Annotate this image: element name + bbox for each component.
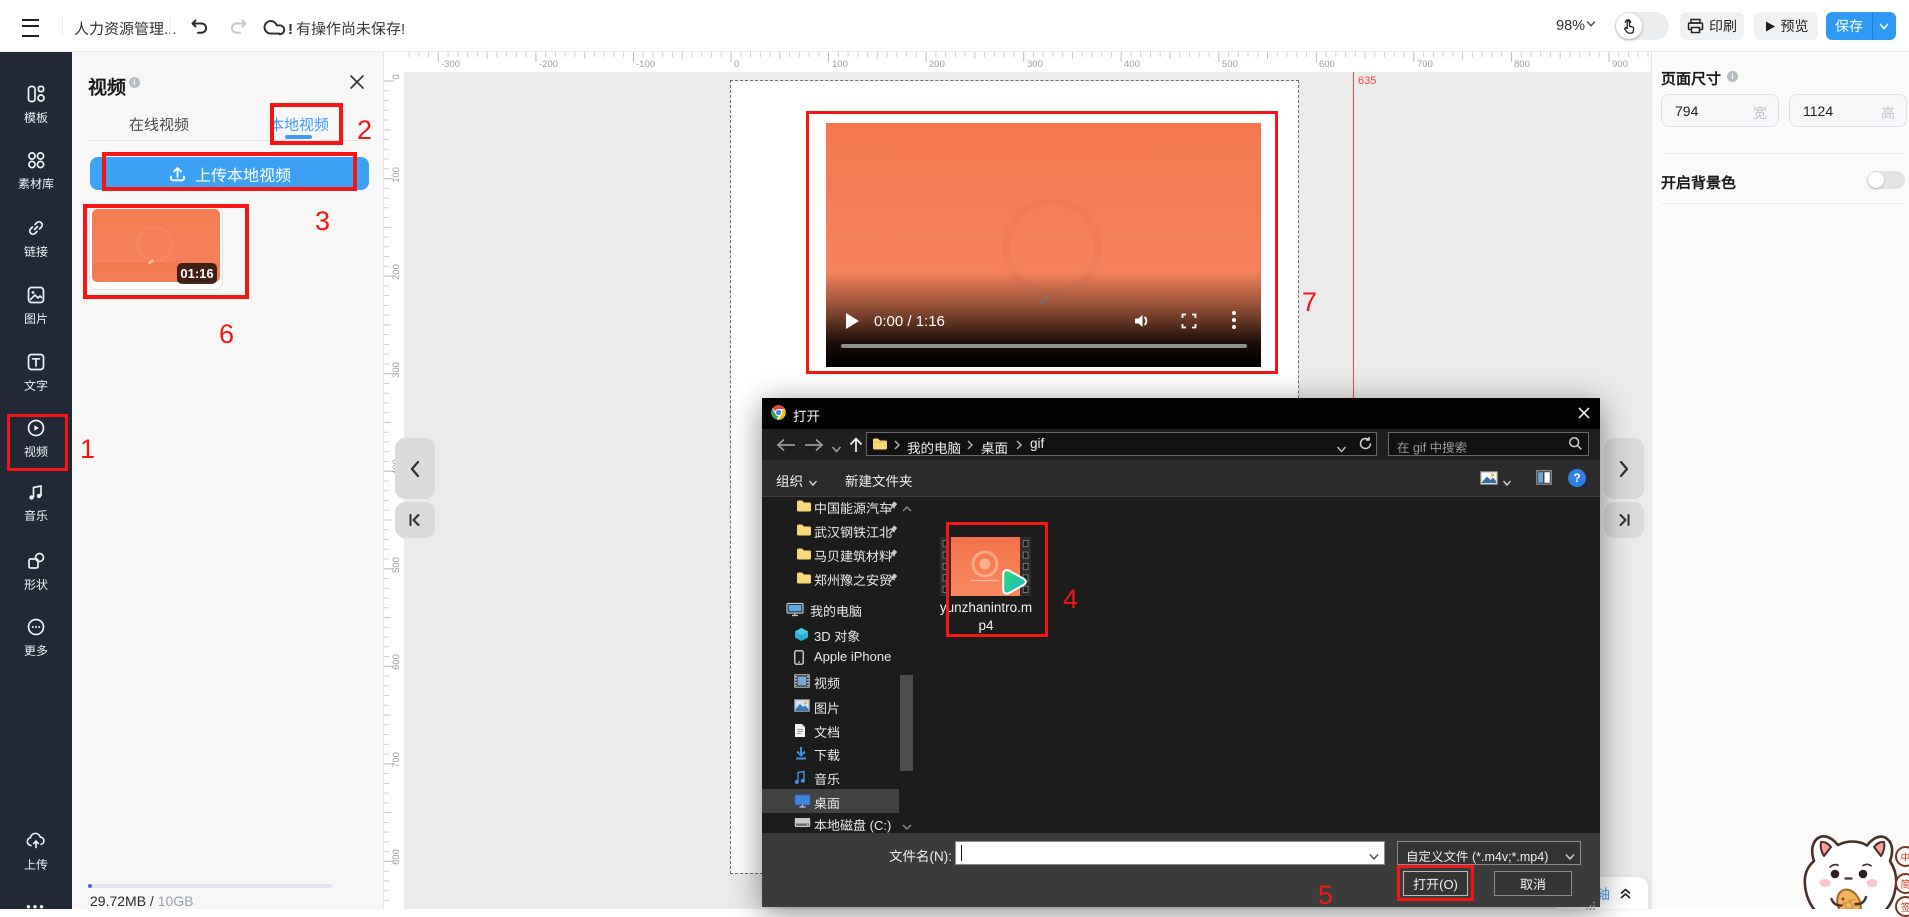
svg-text:!: ! — [288, 21, 293, 38]
